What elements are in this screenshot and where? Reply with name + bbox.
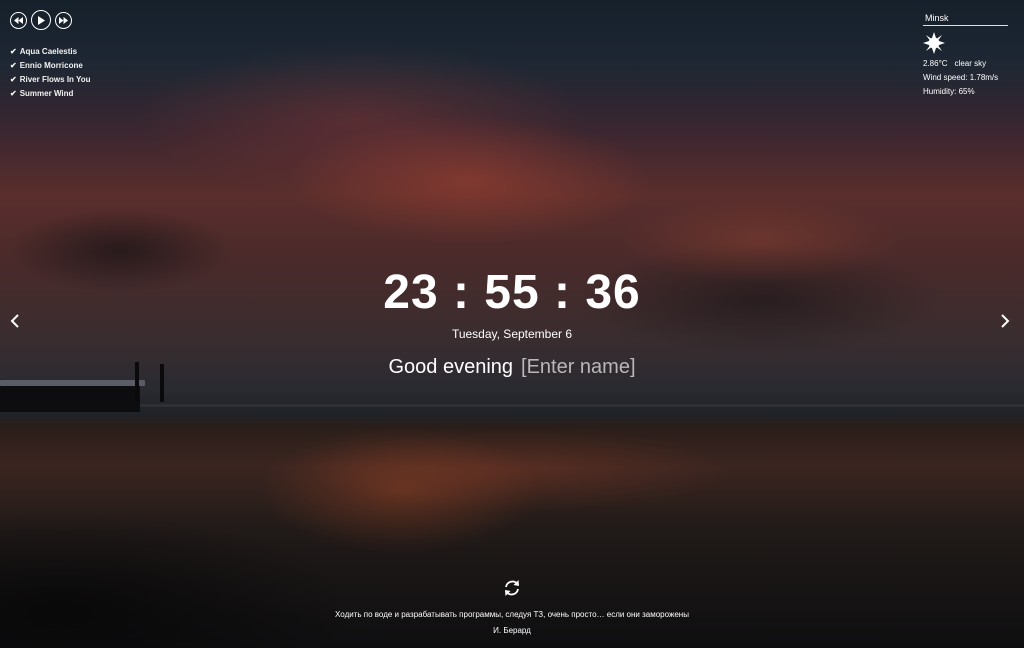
checkmark-icon: ✔ xyxy=(10,75,17,84)
checkmark-icon: ✔ xyxy=(10,89,17,98)
playlist-item[interactable]: ✔ Summer Wind xyxy=(10,87,91,101)
prev-track-button[interactable] xyxy=(10,11,27,29)
playlist-item[interactable]: ✔ Aqua Caelestis xyxy=(10,45,91,59)
audio-player xyxy=(10,10,72,30)
playlist: ✔ Aqua Caelestis ✔ Ennio Morricone ✔ Riv… xyxy=(10,45,91,101)
track-title: River Flows In You xyxy=(19,75,91,84)
prev-track-icon xyxy=(14,16,23,24)
clear-sky-sun-icon xyxy=(923,32,945,54)
playlist-item[interactable]: ✔ River Flows In You xyxy=(10,73,91,87)
next-track-button[interactable] xyxy=(55,11,72,29)
weather-description: clear sky xyxy=(954,59,987,68)
city-input[interactable]: Minsk xyxy=(923,12,1008,26)
checkmark-icon: ✔ xyxy=(10,61,17,70)
greeting-container: Good evening [Enter name] xyxy=(0,356,1024,379)
checkmark-icon: ✔ xyxy=(10,47,17,56)
track-title: Ennio Morricone xyxy=(19,61,83,70)
play-button[interactable] xyxy=(31,10,51,30)
temperature-row: 2.86°C clear sky xyxy=(923,57,1008,71)
wind-speed: Wind speed: 1.78m/s xyxy=(923,73,999,82)
play-icon xyxy=(38,15,45,25)
background-image xyxy=(0,0,1024,648)
clock-time: 23 : 55 : 36 xyxy=(383,266,641,319)
refresh-quote-button[interactable] xyxy=(502,578,522,603)
quote-text: Ходить по воде и разрабатывать программы… xyxy=(335,610,689,619)
track-title: Aqua Caelestis xyxy=(19,47,78,56)
weather-widget: Minsk 2.86°C clear sky Wind speed: 1.78m/… xyxy=(923,12,1008,99)
name-input[interactable]: [Enter name] xyxy=(521,356,636,378)
playlist-item[interactable]: ✔ Ennio Morricone xyxy=(10,59,91,73)
track-title: Summer Wind xyxy=(19,89,74,98)
quote-author: И. Берард xyxy=(493,626,531,635)
greeting-text: Good evening xyxy=(388,356,514,378)
refresh-icon xyxy=(505,580,519,596)
humidity: Humidity: 65% xyxy=(923,87,975,96)
next-track-icon xyxy=(59,16,68,24)
temperature: 2.86°C xyxy=(923,59,948,68)
clock-date: Tuesday, September 6 xyxy=(451,327,573,341)
